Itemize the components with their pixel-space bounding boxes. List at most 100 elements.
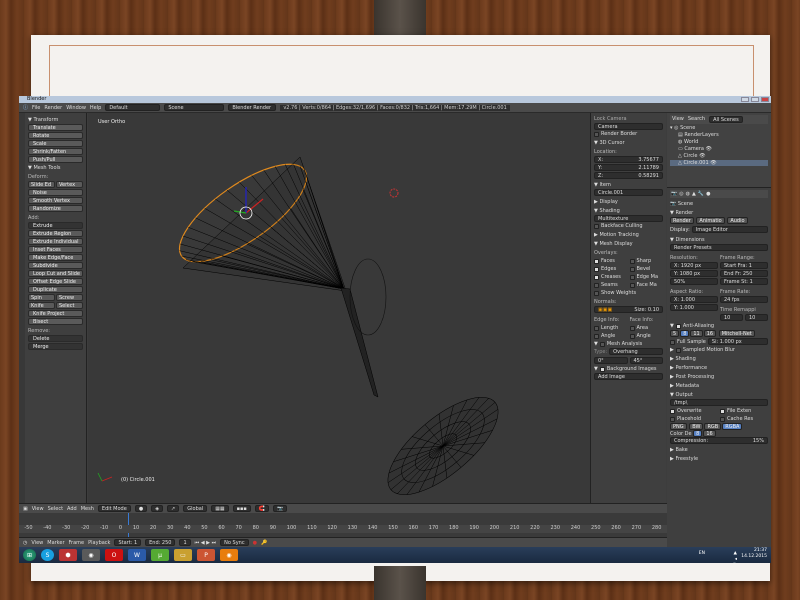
start-frame-field[interactable]: Start Fra: 1 [720,262,768,269]
editor-type-icon[interactable]: ▣ [23,506,28,512]
frame-step-field[interactable]: Frame St: 1 [720,278,768,285]
outliner-filter-select[interactable]: All Scenes [709,116,743,123]
vertex-button[interactable]: Vertex [56,181,83,188]
viewport-view-menu[interactable]: View [32,506,44,512]
randomize-button[interactable]: Randomize [28,205,83,212]
spin-button[interactable]: Spin [28,294,55,301]
select-mode-icon[interactable]: ▪▪▪ [232,505,251,512]
viewport-add-menu[interactable]: Add [67,506,77,512]
transform-header[interactable]: ▼ Transform [28,117,83,123]
output-path-field[interactable]: /tmp\ [670,399,768,406]
skype-icon[interactable]: S [41,549,54,561]
face-angle-toggle[interactable]: Angle [629,333,664,339]
freestyle-panel-header[interactable]: ▶ Freestyle [670,456,768,462]
shading-select[interactable]: ● [134,505,148,512]
menu-file[interactable]: File [32,105,40,111]
background-images-toggle[interactable]: ▼ Background Images [594,366,663,372]
timeline-view-menu[interactable]: View [31,540,43,546]
backface-culling-toggle[interactable]: Backface Culling [594,223,663,229]
color-depth-8[interactable]: 8 [693,430,703,437]
overwrite-toggle[interactable]: Overwrite [670,408,718,414]
display-select[interactable]: Image Editor [691,226,768,233]
layers-icon[interactable]: ▦▦ [211,505,229,512]
outliner-camera[interactable]: ▭ Camera 👁 [670,146,768,152]
close-button[interactable] [761,97,769,102]
time-remap-new[interactable]: 10 [745,314,768,321]
outliner-circle-001[interactable]: △ Circle.001 👁 [670,160,768,166]
app-icon[interactable]: ⬢ [59,549,77,561]
inset-faces-button[interactable]: Inset Faces [28,246,83,253]
metadata-panel-header[interactable]: ▶ Metadata [670,383,768,389]
timeline-ruler[interactable]: -50 -40 -30 -20 -10 0 10 20 30 40 50 60 70 80 90 100 110… [19,525,667,533]
shading-header[interactable]: ▼ Shading [594,208,663,214]
merge-dropdown[interactable]: Merge [28,343,83,350]
push-pull-button[interactable]: Push/Pull [28,156,83,163]
delete-dropdown[interactable]: Delete [28,335,83,342]
scene-tab-icon[interactable]: ◎ [679,191,683,197]
aa-samples-8[interactable]: 8 [680,330,690,337]
snap-icon[interactable]: 🧲 [254,505,270,512]
sampled-motion-toggle[interactable]: ▶ Sampled Motion Blur [670,347,768,353]
blender-icon[interactable]: ◉ [220,549,238,561]
noise-button[interactable]: Noise [28,189,83,196]
output-panel-header[interactable]: ▼ Output [670,392,768,398]
aa-samples-16[interactable]: 16 [703,330,717,337]
rotate-button[interactable]: Rotate [28,132,83,139]
manipulator-icon[interactable]: ↗ [167,505,180,512]
slide-edge-button[interactable]: Slide Ed [28,181,55,188]
language-indicator[interactable]: EN [699,551,705,557]
render-engine-selector[interactable]: Blender Render [228,104,277,111]
opengl-render-icon[interactable]: 📷 [273,505,288,512]
maximize-button[interactable] [751,97,759,102]
display-header[interactable]: ▶ Display [594,199,663,205]
loop-cut-button[interactable]: Loop Cut and Slide [28,270,83,277]
object-tab-icon[interactable]: ▲ [692,191,696,197]
current-frame-input[interactable]: 1 [179,539,191,546]
render-button[interactable]: Render [670,217,694,224]
cursor-z-field[interactable]: Z: 0.58291 [594,172,663,179]
post-processing-panel-header[interactable]: ▶ Post Processing [670,374,768,380]
performance-panel-header[interactable]: ▶ Performance [670,365,768,371]
transform-orientation-select[interactable]: Global [183,505,208,512]
render-panel-header[interactable]: ▼ Render [670,210,768,216]
item-name-field[interactable]: Circle.001 [594,189,663,196]
knife-project-button[interactable]: Knife Project [28,310,83,317]
cache-result-toggle[interactable]: Cache Res [720,416,768,422]
mode-select[interactable]: Edit Mode [97,505,131,512]
item-header[interactable]: ▼ Item [594,182,663,188]
bisect-button[interactable]: Bisect [28,318,83,325]
properties-tabs[interactable]: 📷 ◎ ◍ ▲ 🔧 ● [670,190,768,198]
timeline-playback-menu[interactable]: Playback [88,540,110,546]
normals-icon[interactable]: ▣▣▣ [598,307,612,313]
record-icon[interactable]: ● [253,540,257,546]
format-select[interactable]: PNG [670,423,687,430]
start-frame-input[interactable]: Start: 1 [114,539,142,546]
dimensions-header[interactable]: ▼ Dimensions [670,237,768,243]
time-remap-old[interactable]: 10 [720,314,743,321]
layout-selector[interactable]: Default [105,104,161,111]
mesh-display-header[interactable]: ▼ Mesh Display [594,241,663,247]
chrome-icon[interactable]: ◉ [82,549,100,561]
timeline-frame-menu[interactable]: Frame [69,540,85,546]
menu-render[interactable]: Render [44,105,62,111]
extrude-region-button[interactable]: Extrude Region [28,230,83,237]
subdivide-button[interactable]: Subdivide [28,262,83,269]
file-extension-toggle[interactable]: File Exten [720,408,768,414]
viewport-canvas[interactable] [88,113,590,503]
offset-edge-slide-button[interactable]: Offset Edge Slide [28,278,83,285]
edge-length-toggle[interactable]: Length [594,325,628,331]
outliner-view-menu[interactable]: View [672,116,684,123]
aa-filter-select[interactable]: Mitchell-Net [718,330,755,337]
mesh-analysis-toggle[interactable]: ▼ Mesh Analysis [594,341,663,347]
overlay-faces-toggle[interactable]: Faces [594,258,628,264]
material-tab-icon[interactable]: ● [706,191,710,197]
analysis-min-field[interactable]: 0° [594,357,628,364]
overlay-bevel-toggle[interactable]: Bevel [629,266,664,272]
viewport-select-menu[interactable]: Select [48,506,63,512]
overlay-face-marks-toggle[interactable]: Face Ma [629,282,664,288]
start-button-icon[interactable]: ⊞ [23,549,36,561]
3d-viewport[interactable]: User Ortho (0) Circle.001 [88,113,590,503]
full-sample-checkbox[interactable] [670,339,675,345]
explorer-icon[interactable]: ▭ [174,549,192,561]
visibility-eye-icon[interactable]: 👁 [699,153,705,159]
